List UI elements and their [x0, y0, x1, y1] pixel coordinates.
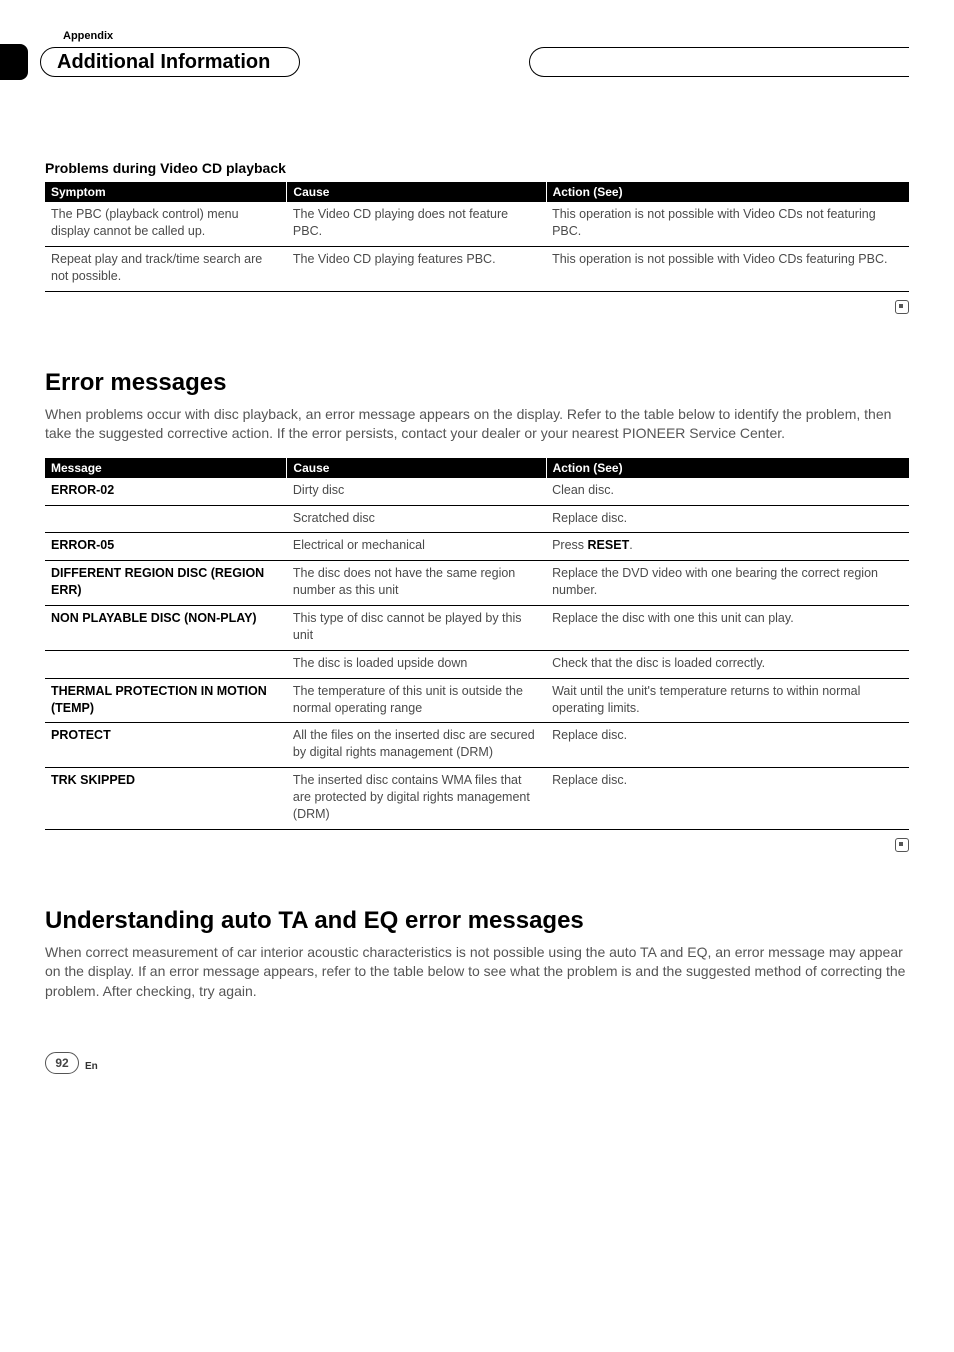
cell: The temperature of this unit is outside …	[287, 678, 546, 723]
cell: Press RESET.	[546, 533, 909, 561]
cell: Repeat play and track/time search are no…	[45, 246, 287, 291]
language-label: En	[85, 1061, 98, 1072]
col-header: Action (See)	[546, 458, 909, 478]
cell: Replace the DVD video with one bearing t…	[546, 561, 909, 606]
col-header: Cause	[287, 182, 546, 202]
cell: ERROR-02	[45, 478, 287, 505]
table-row: DIFFERENT REGION DISC (REGION ERR) The d…	[45, 561, 909, 606]
cell: Check that the disc is loaded correctly.	[546, 650, 909, 678]
table-row: ERROR-05 Electrical or mechanical Press …	[45, 533, 909, 561]
cell: The inserted disc contains WMA files tha…	[287, 768, 546, 830]
section2-intro: When problems occur with disc playback, …	[45, 405, 909, 444]
cell: Clean disc.	[546, 478, 909, 505]
cell: DIFFERENT REGION DISC (REGION ERR)	[45, 561, 287, 606]
title-pill-left: Additional Information	[40, 47, 300, 77]
cell: Electrical or mechanical	[287, 533, 546, 561]
col-header: Action (See)	[546, 182, 909, 202]
table-row: PROTECT All the files on the inserted di…	[45, 723, 909, 768]
page-title: Additional Information	[57, 51, 270, 74]
cell: The disc does not have the same region n…	[287, 561, 546, 606]
cell: TRK SKIPPED	[45, 768, 287, 830]
section3-title: Understanding auto TA and EQ error messa…	[45, 907, 909, 935]
cell: Replace disc.	[546, 505, 909, 533]
cell: Wait until the unit's temperature return…	[546, 678, 909, 723]
cell: THERMAL PROTECTION IN MOTION (TEMP)	[45, 678, 287, 723]
table-row: The disc is loaded upside down Check tha…	[45, 650, 909, 678]
table-row: ERROR-02 Dirty disc Clean disc.	[45, 478, 909, 505]
col-header: Cause	[287, 458, 546, 478]
col-header: Symptom	[45, 182, 287, 202]
header-row: Additional Information	[45, 44, 909, 80]
section1-table: Symptom Cause Action (See) The PBC (play…	[45, 182, 909, 292]
cell-text: .	[629, 538, 632, 552]
col-header: Message	[45, 458, 287, 478]
section1-subtitle: Problems during Video CD playback	[45, 160, 909, 176]
table-header-row: Symptom Cause Action (See)	[45, 182, 909, 202]
section3-intro: When correct measurement of car interior…	[45, 943, 909, 1002]
table-row: Repeat play and track/time search are no…	[45, 246, 909, 291]
cell: Replace disc.	[546, 768, 909, 830]
side-tab	[0, 44, 28, 80]
section-end-icon	[45, 838, 909, 857]
cell: Scratched disc	[287, 505, 546, 533]
cell: NON PLAYABLE DISC (NON-PLAY)	[45, 606, 287, 651]
cell: This operation is not possible with Vide…	[546, 202, 909, 246]
cell: The PBC (playback control) menu display …	[45, 202, 287, 246]
cell-bold: RESET	[588, 538, 630, 552]
cell: The disc is loaded upside down	[287, 650, 546, 678]
cell: This operation is not possible with Vide…	[546, 246, 909, 291]
cell: All the files on the inserted disc are s…	[287, 723, 546, 768]
cell: ERROR-05	[45, 533, 287, 561]
title-pill-right	[529, 47, 909, 77]
appendix-label: Appendix	[63, 30, 909, 42]
cell	[45, 505, 287, 533]
cell: PROTECT	[45, 723, 287, 768]
table-row: Scratched disc Replace disc.	[45, 505, 909, 533]
cell-text: Press	[552, 538, 587, 552]
cell: Dirty disc	[287, 478, 546, 505]
cell: The Video CD playing does not feature PB…	[287, 202, 546, 246]
cell: The Video CD playing features PBC.	[287, 246, 546, 291]
table-row: TRK SKIPPED The inserted disc contains W…	[45, 768, 909, 830]
cell	[45, 650, 287, 678]
page-number: 92	[45, 1052, 79, 1074]
section-end-icon	[45, 300, 909, 319]
footer: 92 En	[45, 1052, 909, 1074]
cell: This type of disc cannot be played by th…	[287, 606, 546, 651]
cell: Replace disc.	[546, 723, 909, 768]
table-row: NON PLAYABLE DISC (NON-PLAY) This type o…	[45, 606, 909, 651]
section2-title: Error messages	[45, 369, 909, 397]
table-header-row: Message Cause Action (See)	[45, 458, 909, 478]
section2-table: Message Cause Action (See) ERROR-02 Dirt…	[45, 458, 909, 830]
table-row: THERMAL PROTECTION IN MOTION (TEMP) The …	[45, 678, 909, 723]
cell: Replace the disc with one this unit can …	[546, 606, 909, 651]
table-row: The PBC (playback control) menu display …	[45, 202, 909, 246]
